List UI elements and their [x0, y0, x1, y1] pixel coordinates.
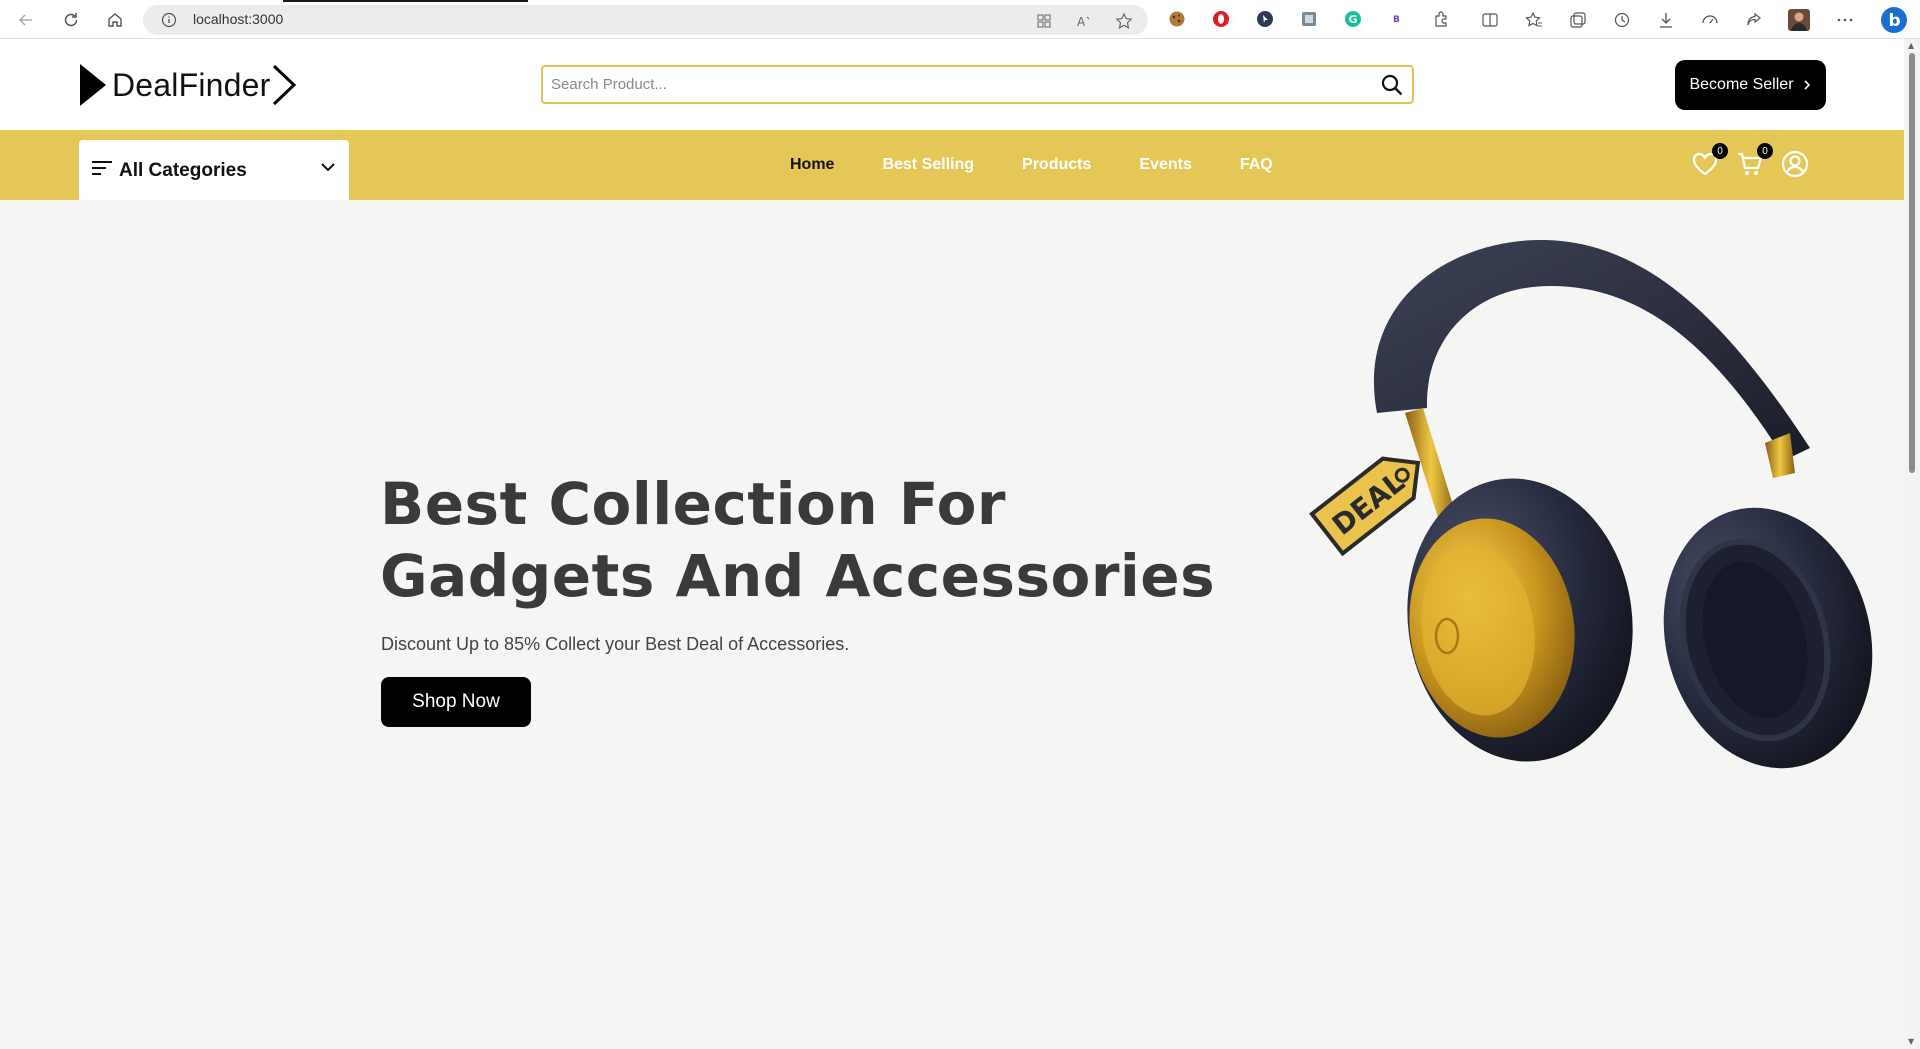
- refresh-icon[interactable]: [59, 8, 83, 32]
- opera-extension-icon[interactable]: [1211, 9, 1231, 29]
- main-nav-bar: All Categories Home Best Selling Product…: [0, 130, 1904, 200]
- svg-text:G: G: [1349, 13, 1358, 26]
- nav-link-faq[interactable]: FAQ: [1240, 156, 1273, 174]
- cart-count-badge: 0: [1757, 143, 1773, 159]
- collections-icon[interactable]: [1567, 9, 1589, 31]
- app-available-icon[interactable]: [1035, 12, 1053, 30]
- scrollbar-thumb[interactable]: [1909, 53, 1915, 473]
- active-tab-indicator: [283, 0, 528, 2]
- grammarly-extension-icon[interactable]: G: [1343, 9, 1363, 29]
- read-aloud-icon[interactable]: A: [1075, 12, 1093, 30]
- scroll-up-icon[interactable]: ▲: [1908, 41, 1914, 50]
- nav-link-best-selling[interactable]: Best Selling: [882, 156, 974, 174]
- all-categories-dropdown[interactable]: All Categories: [79, 140, 349, 200]
- browser-toolbar: localhost:3000 A G B b: [0, 0, 1920, 39]
- back-icon[interactable]: [14, 8, 38, 32]
- headphones-hero-image: DEAL: [1309, 239, 1873, 769]
- favorites-icon[interactable]: [1523, 9, 1545, 31]
- performance-icon[interactable]: [1699, 9, 1721, 31]
- history-icon[interactable]: [1611, 9, 1633, 31]
- wishlist-count-badge: 0: [1712, 143, 1728, 159]
- all-categories-label: All Categories: [119, 160, 247, 181]
- nav-link-products[interactable]: Products: [1022, 156, 1091, 174]
- cursor-extension-icon[interactable]: [1255, 9, 1275, 29]
- svg-text:B: B: [1393, 15, 1400, 25]
- bing-copilot-icon[interactable]: b: [1880, 6, 1908, 34]
- scroll-down-icon[interactable]: ▼: [1908, 1037, 1914, 1046]
- more-options-icon[interactable]: [1834, 9, 1856, 31]
- downloads-icon[interactable]: [1655, 9, 1677, 31]
- bootstrap-extension-icon[interactable]: B: [1387, 9, 1407, 29]
- user-circle-icon: [1781, 150, 1809, 178]
- image-extension-icon[interactable]: [1299, 9, 1319, 29]
- nav-link-events[interactable]: Events: [1139, 156, 1191, 174]
- cookie-extension-icon[interactable]: [1167, 9, 1187, 29]
- search-box: [541, 65, 1414, 104]
- nav-link-home[interactable]: Home: [790, 156, 834, 174]
- home-icon[interactable]: [103, 8, 127, 32]
- logo-play-icon: [80, 64, 106, 106]
- address-url[interactable]: localhost:3000: [193, 11, 283, 27]
- svg-text:A: A: [1077, 15, 1086, 29]
- shop-now-button[interactable]: Shop Now: [381, 677, 531, 727]
- cart-button[interactable]: 0: [1735, 143, 1773, 181]
- account-button[interactable]: [1780, 149, 1812, 181]
- logo-text: DealFinder: [112, 66, 271, 103]
- become-seller-label: Become Seller: [1689, 76, 1794, 93]
- svg-text:b: b: [1889, 11, 1901, 31]
- chevron-right-icon: [1803, 80, 1810, 90]
- search-icon[interactable]: [1380, 73, 1404, 97]
- nav-links: Home Best Selling Products Events FAQ: [790, 156, 1321, 174]
- extensions-puzzle-icon[interactable]: [1431, 9, 1451, 29]
- favorite-star-icon[interactable]: [1115, 12, 1133, 30]
- site-logo[interactable]: DealFinder: [78, 61, 297, 109]
- wishlist-button[interactable]: 0: [1690, 143, 1728, 181]
- hero-subtitle: Discount Up to 85% Collect your Best Dea…: [381, 634, 850, 654]
- logo-chevron-icon: [272, 64, 296, 106]
- split-screen-icon[interactable]: [1479, 9, 1501, 31]
- hero-title: Best Collection For Gadgets And Accessor…: [380, 468, 1280, 612]
- site-header: DealFinder Become Seller: [0, 39, 1904, 130]
- become-seller-button[interactable]: Become Seller: [1675, 60, 1826, 110]
- page-scrollbar[interactable]: ▲ ▼: [1904, 39, 1920, 1049]
- address-bar[interactable]: localhost:3000 A: [143, 5, 1148, 35]
- search-input[interactable]: [543, 67, 1363, 102]
- hero-title-line1: Best Collection For: [380, 470, 1007, 538]
- site-info-icon[interactable]: [161, 12, 177, 32]
- menu-lines-icon: [91, 159, 113, 181]
- hero-title-line2: Gadgets And Accessories: [380, 542, 1216, 610]
- hero-section: Best Collection For Gadgets And Accessor…: [0, 200, 1904, 1049]
- share-icon[interactable]: [1743, 9, 1765, 31]
- deal-tag: DEAL: [1309, 456, 1421, 557]
- chevron-down-icon: [319, 158, 337, 180]
- profile-avatar-icon[interactable]: [1788, 9, 1810, 31]
